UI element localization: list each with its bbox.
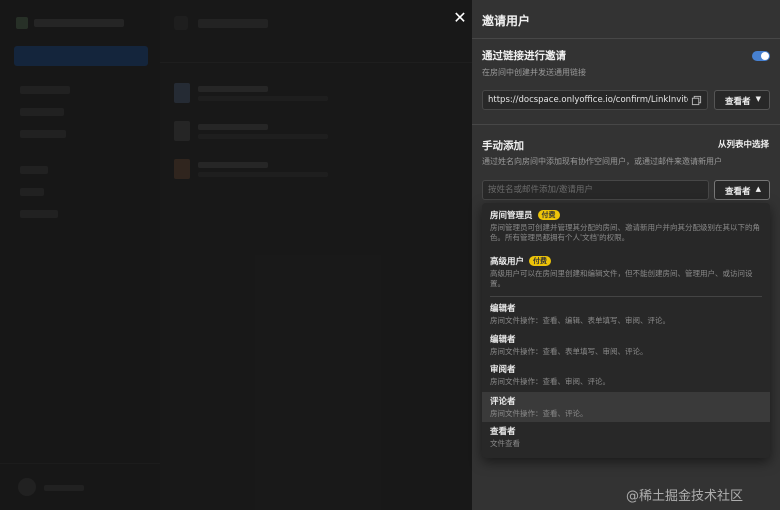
role-option-reviewer[interactable]: 审阅者 房间文件操作：查看、审阅、评论。 [482, 363, 770, 391]
role-option-viewer[interactable]: 查看者 文件查看 [482, 425, 770, 453]
invite-link-text: https://docspace.onlyoffice.io/confirm/L… [488, 95, 688, 105]
role-option-power-user[interactable]: 高级用户 付费 高级用户可以在房间里创建和编辑文件，但不能创建房间、管理用户、或访… [482, 255, 770, 299]
role-option-editor[interactable]: 编辑者 房间文件操作：查看、编辑、表单填写、审阅、评论。 [482, 302, 770, 330]
role-description: 高级用户可以在房间里创建和编辑文件，但不能创建房间、管理用户、或访问设置。 [490, 269, 753, 288]
role-description: 房间管理员可创建并管理其分配的房间、邀请新用户并向其分配级别在其以下的角色。所有… [490, 223, 760, 242]
copy-icon[interactable] [691, 95, 702, 106]
role-description: 房间文件操作：查看、评论。 [490, 409, 588, 418]
manual-section-subtitle: 通过姓名向房间中添加现有协作空间用户，或通过邮件来邀请新用户 [482, 157, 722, 166]
close-icon[interactable]: ✕ [452, 10, 468, 26]
role-name: 评论者 [490, 397, 516, 407]
modal-overlay[interactable] [0, 0, 472, 510]
role-option-form-filler[interactable]: 编辑者 房间文件操作：查看、表单填写、审阅、评论。 [482, 333, 770, 361]
role-description: 房间文件操作：查看、审阅、评论。 [490, 377, 610, 386]
role-name: 房间管理员 [490, 211, 533, 221]
role-description: 房间文件操作：查看、编辑、表单填写、审阅、评论。 [490, 316, 670, 325]
panel-title: 邀请用户 [482, 14, 531, 28]
invite-link-field[interactable]: https://docspace.onlyoffice.io/confirm/L… [482, 90, 708, 110]
role-name: 编辑者 [490, 304, 516, 314]
link-section-subtitle: 在房间中创建并发送通用链接 [482, 68, 586, 77]
paid-badge: 付费 [537, 210, 560, 220]
role-description: 房间文件操作：查看、表单填写、审阅、评论。 [490, 347, 648, 356]
role-option-room-admin[interactable]: 房间管理员 付费 房间管理员可创建并管理其分配的房间、邀请新用户并向其分配级别在其… [482, 209, 770, 253]
paid-badge: 付费 [529, 256, 552, 266]
manual-section-title: 手动添加 [482, 140, 524, 152]
select-from-list-link[interactable]: 从列表中选择 [718, 138, 769, 150]
role-name: 高级用户 [490, 257, 525, 267]
chevron-down-icon: ▼ [755, 95, 761, 103]
link-access-select[interactable]: 查看者 ▼ [714, 90, 770, 110]
manual-access-select[interactable]: 查看者 ▲ [714, 180, 770, 200]
link-section-title: 通过链接进行邀请 [482, 50, 566, 62]
chevron-up-icon: ▲ [755, 185, 761, 193]
role-option-commenter[interactable]: 评论者 房间文件操作：查看、评论。 [482, 392, 770, 422]
role-name: 审阅者 [490, 365, 516, 375]
invite-panel: 邀请用户 通过链接进行邀请 在房间中创建并发送通用链接 https://docs… [472, 0, 780, 510]
manual-access-label: 查看者 [725, 187, 751, 197]
role-name: 查看者 [490, 427, 516, 437]
watermark: @稀土掘金技术社区 [626, 489, 744, 504]
link-invite-toggle[interactable] [752, 51, 770, 61]
role-name: 编辑者 [490, 335, 516, 345]
role-dropdown: 房间管理员 付费 房间管理员可创建并管理其分配的房间、邀请新用户并向其分配级别在其… [482, 203, 770, 458]
link-access-label: 查看者 [725, 97, 751, 107]
search-user-input[interactable] [482, 180, 709, 200]
role-description: 文件查看 [490, 439, 520, 448]
